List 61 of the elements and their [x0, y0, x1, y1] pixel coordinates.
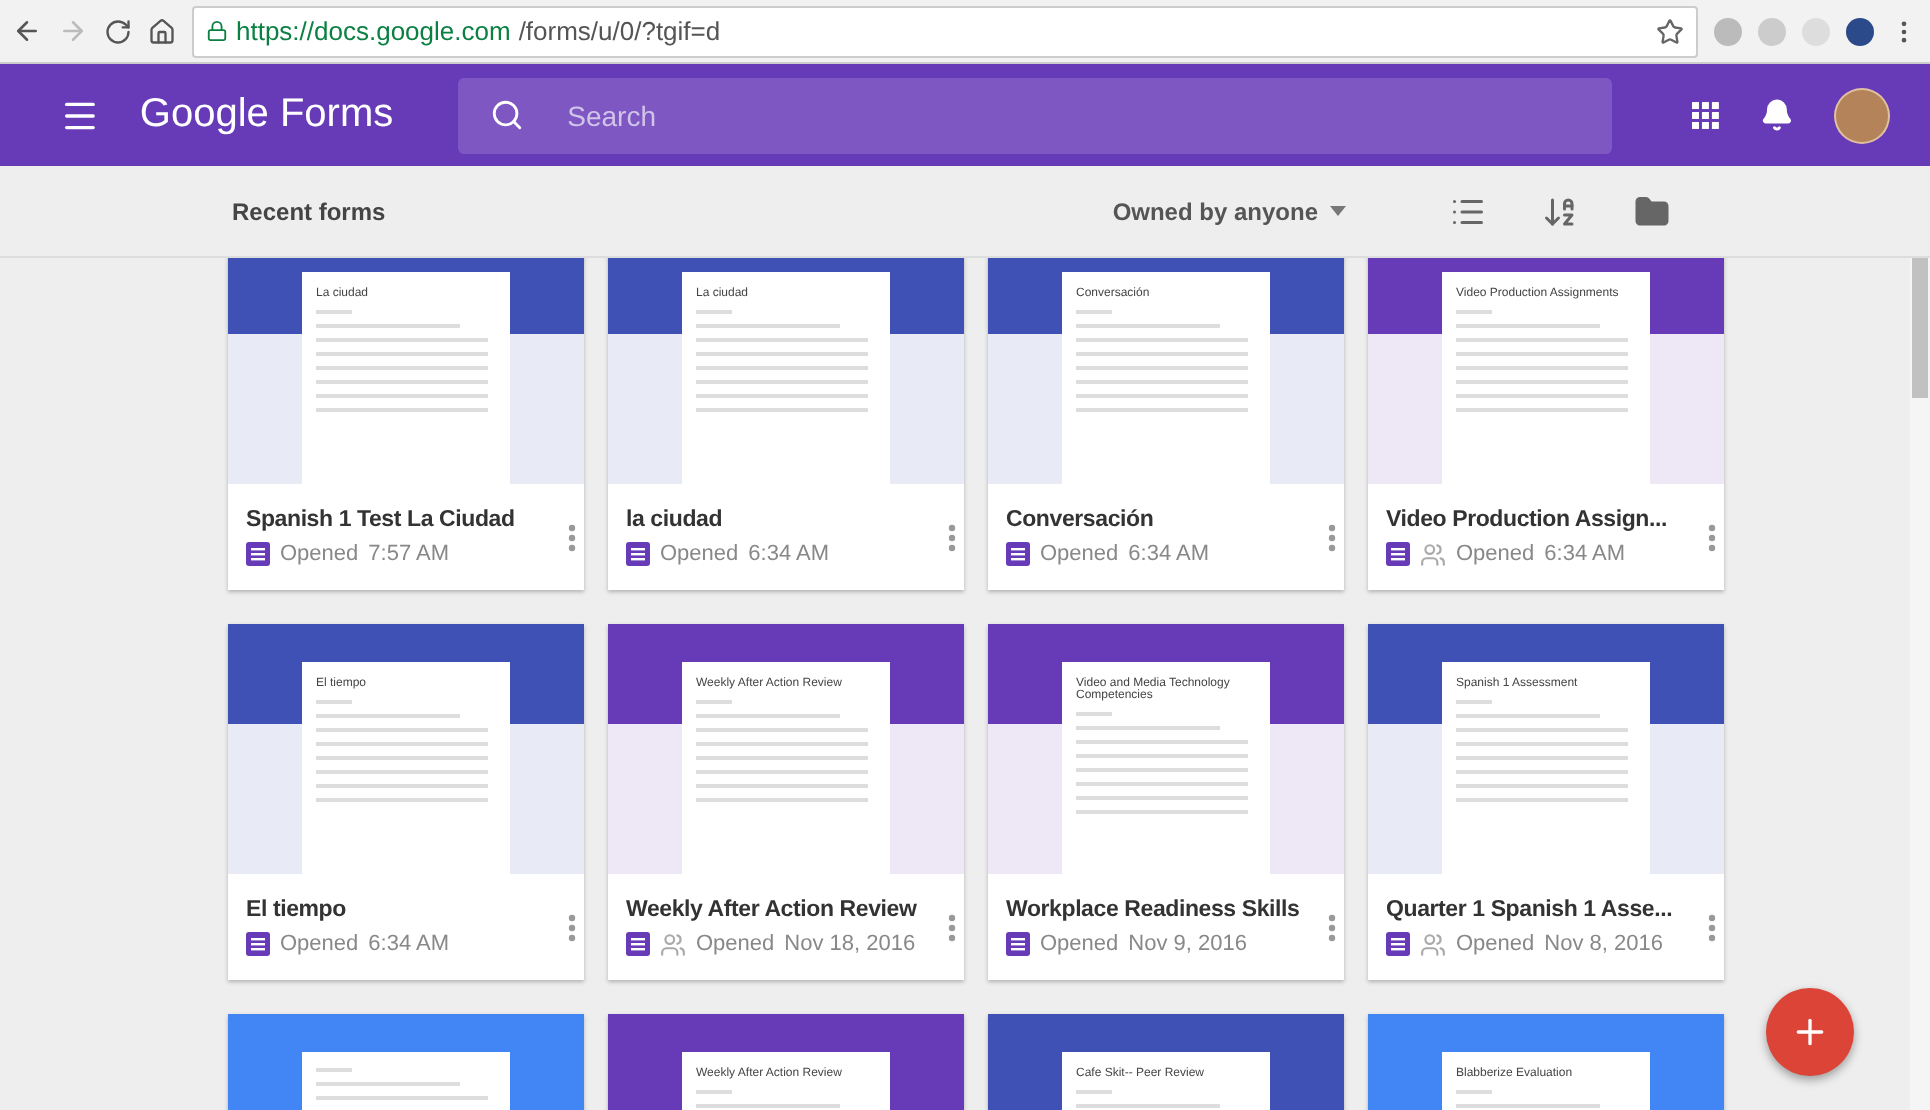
bookmark-star-icon[interactable] — [1656, 17, 1684, 45]
folder-icon[interactable] — [1634, 193, 1670, 229]
app-logo[interactable]: Google Forms — [139, 92, 394, 138]
search-icon — [489, 98, 524, 132]
scrollbar[interactable] — [1910, 258, 1930, 1110]
opened-time: Nov 8, 2016 — [1544, 932, 1663, 956]
forms-icon — [246, 932, 270, 956]
forms-icon — [626, 932, 650, 956]
search-input[interactable]: Search — [563, 97, 1581, 133]
opened-time: Nov 9, 2016 — [1128, 932, 1247, 956]
more-options-icon[interactable] — [1708, 523, 1716, 551]
opened-time: 6:34 AM — [748, 542, 830, 566]
form-title: Weekly After Action Review — [626, 897, 917, 921]
form-title: Spanish 1 Test La Ciudad — [246, 508, 515, 532]
new-form-button[interactable] — [1766, 988, 1854, 1076]
opened-label: Opened — [696, 932, 775, 956]
caret-icon[interactable] — [1330, 206, 1346, 216]
more-options-icon[interactable] — [568, 913, 576, 941]
more-options-icon[interactable] — [568, 523, 576, 551]
forms-icon — [1006, 932, 1030, 956]
forms-icon — [1386, 542, 1410, 566]
back-icon[interactable] — [12, 16, 42, 46]
more-options-icon[interactable] — [1328, 523, 1336, 551]
more-options-icon[interactable] — [948, 913, 956, 941]
form-title: la ciudad — [626, 508, 723, 532]
apps-grid-icon[interactable] — [1692, 101, 1721, 129]
reload-icon[interactable] — [104, 17, 132, 45]
search-bar[interactable]: Search — [457, 77, 1613, 153]
notifications-icon[interactable] — [1760, 98, 1795, 132]
opened-label: Opened — [280, 932, 359, 956]
form-title: Quarter 1 Spanish 1 Asse... — [1386, 897, 1673, 921]
opened-time: 6:34 AM — [1544, 542, 1626, 566]
forms-icon — [246, 542, 270, 566]
opened-label: Opened — [1040, 542, 1119, 566]
opened-time: 7:57 AM — [368, 542, 450, 566]
more-options-icon[interactable] — [1328, 913, 1336, 941]
sort-az-icon[interactable] — [1542, 193, 1578, 229]
opened-label: Opened — [1040, 932, 1119, 956]
home-icon[interactable] — [148, 17, 176, 45]
forms-icon — [626, 542, 650, 566]
form-title: El tiempo — [246, 898, 346, 922]
opened-label: Opened — [660, 542, 739, 566]
opened-label: Opened — [1456, 932, 1535, 956]
lock-icon — [206, 20, 228, 42]
form-title: Workplace Readiness Skills — [1006, 898, 1300, 922]
opened-time: 6:34 AM — [1128, 542, 1210, 566]
avatar[interactable] — [1834, 87, 1890, 143]
form-title: Video Production Assign... — [1386, 507, 1667, 531]
owner-filter-dropdown[interactable]: Owned by anyone — [1112, 197, 1346, 225]
opened-time: 6:34 AM — [368, 932, 450, 956]
section-title: Recent forms — [232, 197, 388, 225]
more-options-icon[interactable] — [948, 523, 956, 551]
opened-label: Opened — [1456, 542, 1535, 566]
opened-label: Opened — [280, 542, 359, 566]
forms-icon — [1386, 932, 1410, 956]
form-title: Conversación — [1006, 508, 1154, 532]
more-options-icon[interactable] — [1708, 913, 1716, 941]
forms-icon — [1006, 542, 1030, 566]
address-bar[interactable]: https://docs.google.com /forms/u/0/?tgif=d — [192, 5, 1698, 57]
opened-time: Nov 18, 2016 — [784, 932, 916, 956]
extension-icon[interactable] — [1846, 17, 1874, 45]
